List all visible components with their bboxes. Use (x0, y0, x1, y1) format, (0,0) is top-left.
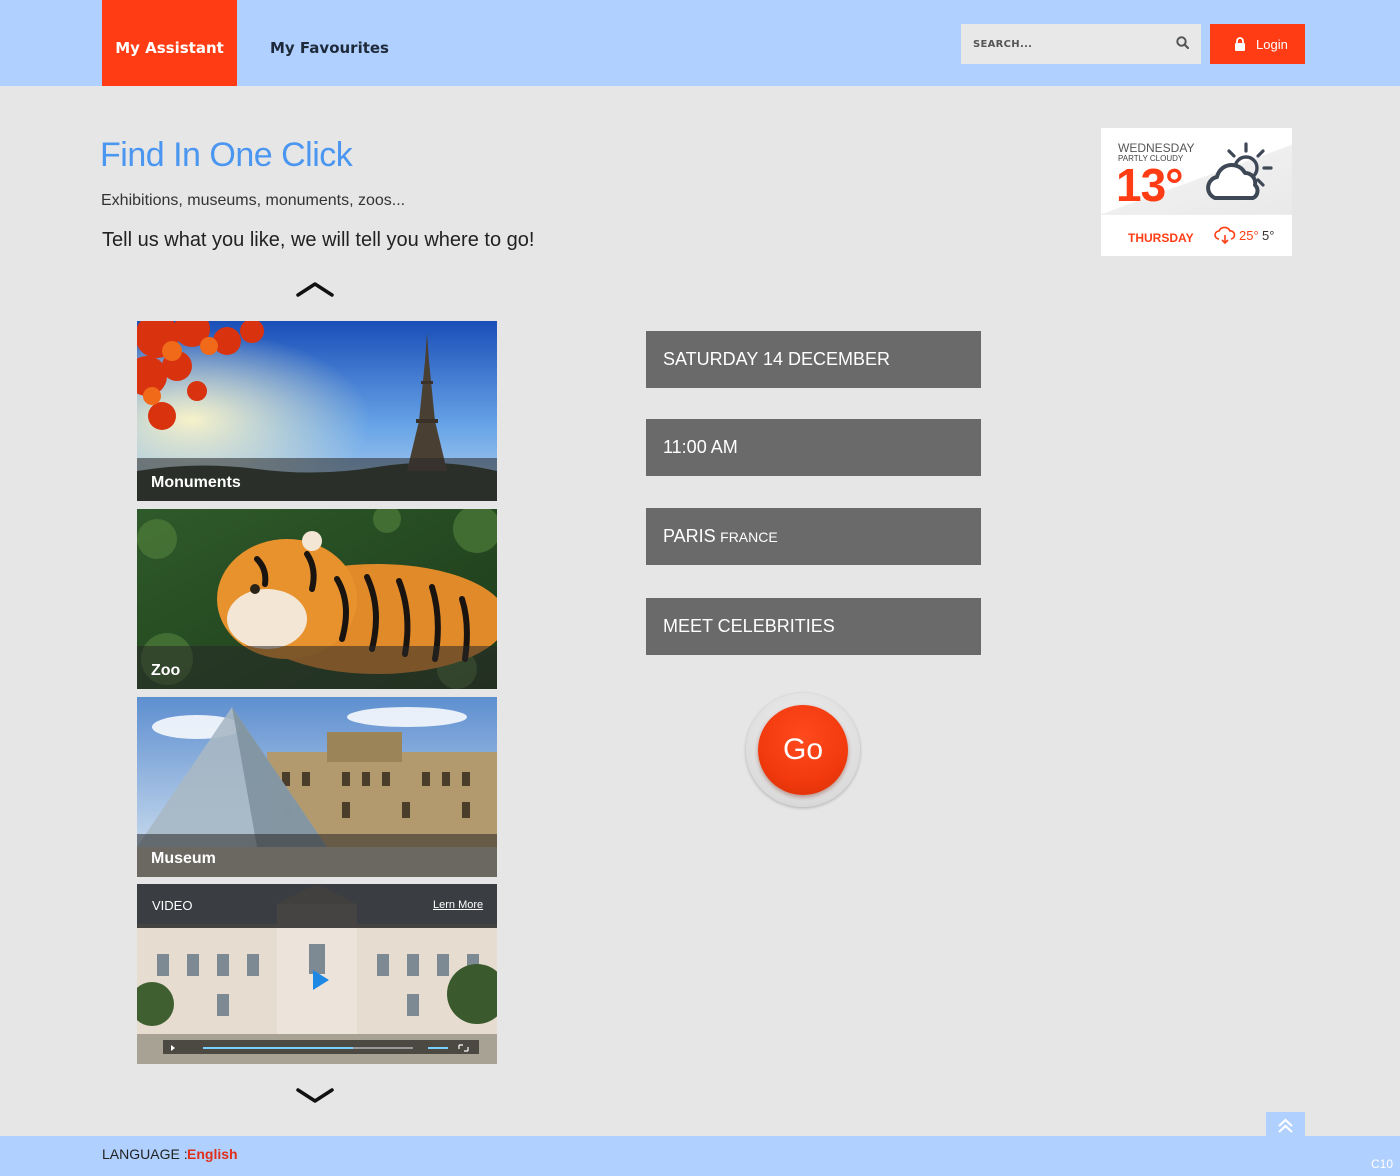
video-controls[interactable] (163, 1040, 479, 1054)
interest-field[interactable]: MEET CELEBRITIES (646, 598, 981, 655)
learn-more-link[interactable]: Lern More (433, 899, 483, 911)
country-value: FRANCE (720, 529, 778, 545)
weather-high: 25° (1239, 228, 1259, 243)
category-card-zoo[interactable]: Zoo (137, 509, 497, 689)
page-tagline: Tell us what you like, we will tell you … (102, 229, 535, 251)
top-header: My Assistant My Favourites Login (0, 0, 1400, 86)
weather-day: WEDNESDAY (1118, 141, 1195, 155)
lock-icon (1235, 37, 1245, 51)
chevron-down-icon[interactable] (296, 1088, 334, 1104)
weather-today: WEDNESDAY PARTLY CLOUDY 13° (1101, 128, 1292, 214)
go-button[interactable]: Go (758, 705, 848, 795)
time-field[interactable]: 11:00 AM (646, 419, 981, 476)
category-card-monuments[interactable]: Monuments (137, 321, 497, 501)
video-label: VIDEO (152, 898, 193, 913)
city-value: PARIS (663, 526, 716, 546)
cloud-rain-icon (1214, 226, 1236, 244)
login-button[interactable]: Login (1210, 24, 1305, 64)
video-progress-bar[interactable] (163, 1041, 479, 1055)
search-icon[interactable] (1175, 35, 1191, 51)
footer: LANGUAGE : English C10 (0, 1136, 1400, 1176)
search-box (961, 24, 1201, 64)
weather-next-day: THURSDAY (1128, 231, 1194, 245)
location-field[interactable]: PARIS FRANCE (646, 508, 981, 565)
weather-temperature: 13° (1116, 159, 1184, 211)
weather-divider (1101, 214, 1292, 215)
language-label: LANGUAGE : (102, 1146, 188, 1162)
category-card-museum[interactable]: Museum (137, 697, 497, 877)
caption-bar (137, 646, 497, 689)
nav-my-favourites[interactable]: My Favourites (270, 0, 389, 86)
page-title: Find In One Click (100, 136, 353, 174)
nav-my-assistant[interactable]: My Assistant (102, 0, 237, 86)
page-code: C10 (1371, 1157, 1394, 1171)
category-label: Monuments (151, 474, 241, 491)
category-label: Zoo (151, 662, 181, 679)
category-label: Museum (151, 850, 216, 867)
weather-widget: WEDNESDAY PARTLY CLOUDY 13° THURSDAY 25°… (1101, 128, 1292, 256)
date-field[interactable]: SATURDAY 14 DECEMBER (646, 331, 981, 388)
interest-value: MEET CELEBRITIES (663, 616, 835, 636)
time-value: 11:00 AM (663, 437, 738, 457)
language-selector[interactable]: English (187, 1146, 238, 1162)
login-label: Login (1256, 37, 1288, 52)
play-icon[interactable] (311, 968, 331, 992)
video-header: VIDEO Lern More (137, 884, 497, 928)
page-subtitle: Exhibitions, museums, monuments, zoos... (101, 192, 406, 209)
search-input[interactable] (961, 24, 1161, 64)
partly-cloudy-icon (1206, 142, 1273, 200)
video-card: VIDEO Lern More (137, 884, 497, 1064)
date-value: SATURDAY 14 DECEMBER (663, 349, 891, 369)
chevron-up-icon[interactable] (296, 281, 334, 297)
weather-low: 5° (1262, 228, 1275, 243)
